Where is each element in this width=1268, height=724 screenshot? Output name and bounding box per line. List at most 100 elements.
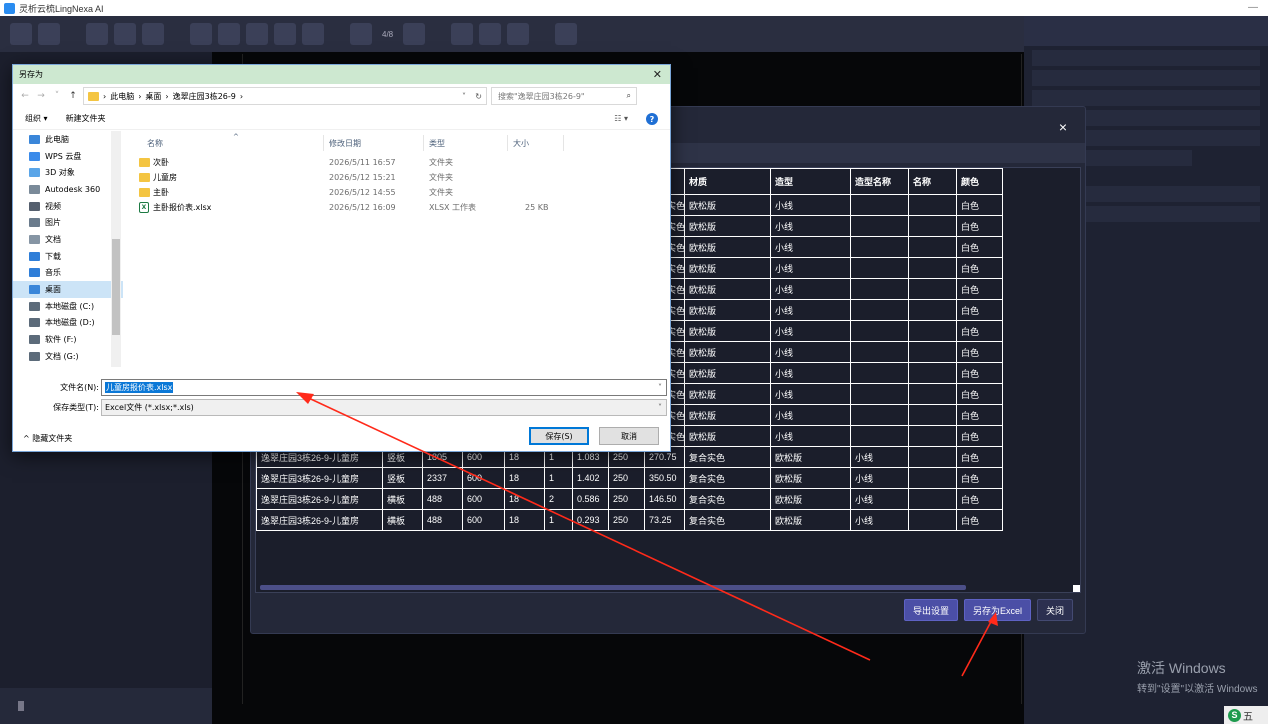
chevron-down-icon[interactable]: ˅ (658, 403, 662, 412)
nav-item[interactable]: 下载 (13, 248, 123, 265)
column-name[interactable]: 名称 (147, 138, 163, 149)
list-item[interactable]: 次卧 2026/5/11 16:57 文件夹 (123, 155, 672, 170)
dialog-footer: ^ 隐藏文件夹 保存(S) 取消 (13, 417, 672, 453)
help-icon[interactable]: ? (646, 113, 658, 125)
recent-chevron-icon[interactable]: ˅ (51, 91, 63, 101)
toolbar-button[interactable] (114, 23, 136, 45)
column-header[interactable]: 材质 (684, 168, 771, 195)
column-header[interactable]: 造型名称 (850, 168, 909, 195)
nav-item[interactable]: 3D 对象 (13, 164, 123, 181)
file-type: 文件夹 (429, 158, 453, 167)
new-folder-button[interactable]: 新建文件夹 (66, 113, 106, 124)
location-icon (29, 218, 40, 228)
table-cell: 小线 (850, 488, 909, 510)
nav-scrollbar[interactable] (111, 131, 121, 367)
close-icon[interactable]: ✕ (653, 68, 662, 81)
ime-indicator[interactable]: S 五 (1224, 706, 1268, 724)
toolbar-button[interactable] (479, 23, 502, 45)
nav-item[interactable]: 音乐 (13, 265, 123, 282)
zoom-in-button[interactable] (246, 23, 268, 45)
column-header[interactable]: 造型 (770, 168, 851, 195)
column-size[interactable]: 大小 (513, 138, 529, 149)
horizontal-scrollbar[interactable] (260, 585, 966, 590)
table-cell: 小线 (770, 257, 851, 279)
table-cell (850, 194, 909, 216)
refresh-button[interactable] (302, 23, 324, 45)
save-as-excel-button[interactable]: 另存为Excel (963, 599, 1031, 621)
toolbar-button[interactable] (451, 23, 474, 45)
table-cell (908, 236, 957, 258)
filetype-label: 保存类型(T): (53, 402, 99, 412)
table-row[interactable]: 逸翠庄园3栋26-9-儿童房 竖板 2337 600 18 1 1.402 250 350.50… (256, 467, 1003, 489)
up-icon[interactable]: ↑ (67, 91, 79, 101)
list-item[interactable]: 主卧 2026/5/12 14:55 文件夹 (123, 185, 672, 200)
forward-icon[interactable]: → (35, 91, 47, 101)
table-cell (850, 383, 909, 405)
table-cell: 逸翠庄园3栋26-9-儿童房 (256, 509, 383, 531)
nav-item[interactable]: Autodesk 360 (13, 181, 123, 198)
filename-input[interactable]: 儿童房报价表.xlsx ˅ (101, 378, 667, 396)
nav-item[interactable]: 视频 (13, 198, 123, 215)
windows-activation-watermark: 激活 Windows 转到"设置"以激活 Windows (1137, 658, 1257, 695)
toolbar-button[interactable] (38, 23, 60, 45)
zoom-out-button[interactable] (274, 23, 296, 45)
nav-item[interactable]: 文档 (13, 231, 123, 248)
column-header[interactable]: 名称 (908, 168, 957, 195)
table-row[interactable]: 逸翠庄园3栋26-9-儿童房 横板 488 600 18 2 0.586 250 146.50 复… (256, 488, 1003, 510)
toolbar-button[interactable] (190, 23, 212, 45)
column-type[interactable]: 类型 (429, 138, 445, 149)
breadcrumb-item[interactable]: 此电脑 (110, 91, 134, 102)
column-modified[interactable]: 修改日期 (329, 138, 361, 149)
nav-item[interactable]: 桌面 (13, 281, 123, 298)
folder-icon (139, 188, 150, 197)
table-cell: 小线 (770, 341, 851, 363)
command-bar: 组织 ▾ 新建文件夹 ☷ ▾ ? (13, 108, 670, 130)
nav-item[interactable]: 文档 (G:) (13, 348, 123, 365)
nav-item[interactable]: WPS 云盘 (13, 148, 123, 165)
toolbar-button[interactable] (218, 23, 240, 45)
toolbar-button[interactable] (555, 23, 578, 45)
list-item[interactable]: X 主卧报价表.xlsx 2026/5/12 16:09 XLSX 工作表 25 KB (123, 200, 672, 215)
toolbar-button[interactable] (142, 23, 164, 45)
table-cell: 白色 (956, 215, 1003, 237)
search-icon: ⌕ (626, 91, 631, 100)
filetype-select[interactable]: Excel文件 (*.xlsx;*.xls) ˅ (101, 398, 667, 416)
save-button[interactable]: 保存(S) (529, 427, 589, 445)
location-icon (29, 234, 40, 244)
search-input[interactable]: 搜索"逸翠庄园3栋26-9" ⌕ (491, 87, 637, 105)
table-cell: 横板 (382, 509, 423, 531)
hide-folders-toggle[interactable]: ^ 隐藏文件夹 (23, 433, 72, 444)
toolbar-button[interactable] (86, 23, 108, 45)
nav-item[interactable]: 此电脑 (13, 131, 123, 148)
close-icon[interactable]: × (1059, 119, 1067, 135)
table-row[interactable]: 逸翠庄园3栋26-9-儿童房 横板 488 600 18 1 0.293 250 73.25 复合… (256, 509, 1003, 531)
table-cell: 白色 (956, 425, 1003, 447)
address-bar[interactable]: › 此电脑 › 桌面 › 逸翠庄园3栋26-9 › ˅ ↻ (83, 87, 487, 105)
list-item[interactable]: 儿童房 2026/5/12 15:21 文件夹 (123, 170, 672, 185)
cancel-button[interactable]: 取消 (599, 427, 659, 445)
dialog-title: 另存为 (19, 70, 43, 79)
column-header[interactable]: 颜色 (956, 168, 1003, 195)
next-page-button[interactable] (403, 23, 426, 45)
prev-page-button[interactable] (350, 23, 372, 45)
breadcrumb-item[interactable]: 逸翠庄园3栋26-9 (173, 91, 236, 102)
nav-item[interactable]: 本地磁盘 (C:) (13, 298, 123, 315)
breadcrumb-item[interactable]: 桌面 (145, 91, 161, 102)
chevron-down-icon[interactable]: ˅ (658, 383, 662, 392)
view-options-icon[interactable]: ☷ ▾ (614, 114, 628, 123)
table-cell: 欧松版 (684, 215, 771, 237)
back-icon[interactable]: ← (19, 91, 31, 101)
refresh-icon[interactable]: ↻ (475, 92, 482, 101)
export-settings-button[interactable]: 导出设置 (903, 599, 958, 621)
nav-item[interactable]: 图片 (13, 214, 123, 231)
close-button[interactable]: 关闭 (1036, 599, 1073, 621)
minimize-icon[interactable]: — (1248, 2, 1258, 13)
organize-button[interactable]: 组织 ▾ (25, 113, 48, 124)
toolbar-button[interactable] (10, 23, 32, 45)
nav-item[interactable]: 本地磁盘 (D:) (13, 315, 123, 332)
toolbar-button[interactable] (507, 23, 530, 45)
nav-item[interactable]: 软件 (F:) (13, 331, 123, 348)
table-cell: 小线 (770, 425, 851, 447)
table-cell (908, 446, 957, 468)
chevron-down-icon[interactable]: ˅ (462, 92, 466, 101)
